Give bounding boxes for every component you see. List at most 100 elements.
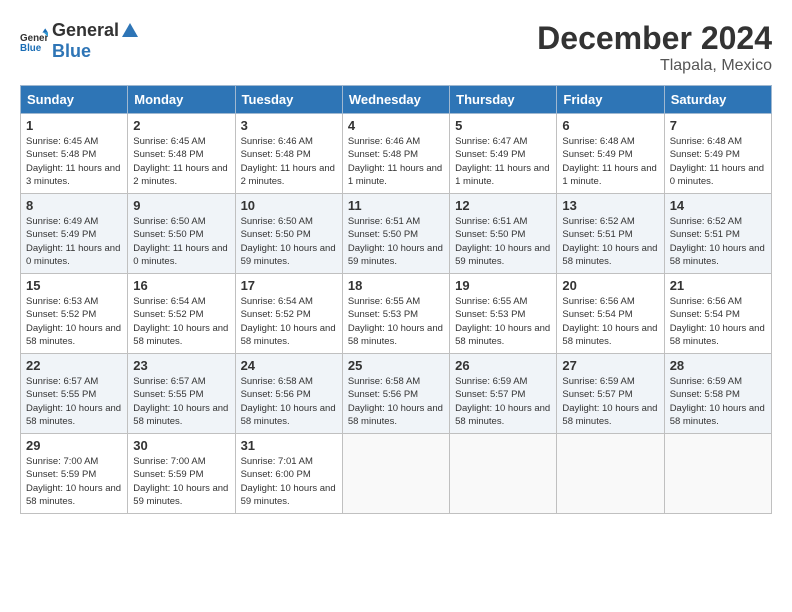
day-info: Sunrise: 6:45 AMSunset: 5:48 PMDaylight:… [133, 135, 229, 188]
day-number: 4 [348, 118, 444, 133]
calendar-cell: 26Sunrise: 6:59 AMSunset: 5:57 PMDayligh… [450, 354, 557, 434]
day-number: 30 [133, 438, 229, 453]
calendar-cell: 14 Sunrise: 6:52 AMSunset: 5:51 PMDayligh… [664, 194, 771, 274]
day-number: 15 [26, 278, 122, 293]
day-number: 16 [133, 278, 229, 293]
calendar-cell: 7 Sunrise: 6:48 AMSunset: 5:49 PMDaylight… [664, 114, 771, 194]
calendar-cell: 20 Sunrise: 6:56 AMSunset: 5:54 PMDayligh… [557, 274, 664, 354]
day-info: Sunrise: 6:54 AMSunset: 5:52 PMDaylight:… [241, 295, 337, 348]
logo-text-blue: Blue [52, 41, 91, 61]
day-info: Sunrise: 6:50 AMSunset: 5:50 PMDaylight:… [241, 215, 337, 268]
day-number: 28 [670, 358, 766, 373]
calendar-cell: 31 Sunrise: 7:01 AMSunset: 6:00 PMDayligh… [235, 434, 342, 514]
calendar-cell: 18 Sunrise: 6:55 AMSunset: 5:53 PMDayligh… [342, 274, 449, 354]
day-number: 20 [562, 278, 658, 293]
calendar-cell: 12 Sunrise: 6:51 AMSunset: 5:50 PMDayligh… [450, 194, 557, 274]
day-info: Sunrise: 6:51 AMSunset: 5:50 PMDaylight:… [455, 215, 551, 268]
header-thursday: Thursday [450, 86, 557, 114]
svg-text:Blue: Blue [20, 43, 42, 54]
calendar-cell: 21Sunrise: 6:56 AMSunset: 5:54 PMDayligh… [664, 274, 771, 354]
header-monday: Monday [128, 86, 235, 114]
day-number: 23 [133, 358, 229, 373]
day-number: 29 [26, 438, 122, 453]
logo-text-general: General [52, 20, 119, 41]
day-number: 8 [26, 198, 122, 213]
calendar-cell: 24Sunrise: 6:58 AMSunset: 5:56 PMDayligh… [235, 354, 342, 434]
calendar-cell: 8 Sunrise: 6:49 AMSunset: 5:49 PMDaylight… [21, 194, 128, 274]
calendar-cell: 17Sunrise: 6:54 AMSunset: 5:52 PMDayligh… [235, 274, 342, 354]
logo: General Blue General Blue [20, 20, 141, 62]
calendar-cell: 29 Sunrise: 7:00 AMSunset: 5:59 PMDayligh… [21, 434, 128, 514]
calendar-cell: 22 Sunrise: 6:57 AMSunset: 5:55 PMDayligh… [21, 354, 128, 434]
day-number: 22 [26, 358, 122, 373]
day-info: Sunrise: 6:54 AMSunset: 5:52 PMDaylight:… [133, 295, 229, 348]
header-tuesday: Tuesday [235, 86, 342, 114]
logo-icon: General Blue [20, 27, 48, 55]
calendar-cell: 10Sunrise: 6:50 AMSunset: 5:50 PMDayligh… [235, 194, 342, 274]
day-info: Sunrise: 6:58 AMSunset: 5:56 PMDaylight:… [348, 375, 444, 428]
header-friday: Friday [557, 86, 664, 114]
calendar-cell: 9 Sunrise: 6:50 AMSunset: 5:50 PMDaylight… [128, 194, 235, 274]
day-number: 2 [133, 118, 229, 133]
calendar-cell: 13 Sunrise: 6:52 AMSunset: 5:51 PMDayligh… [557, 194, 664, 274]
day-info: Sunrise: 6:56 AMSunset: 5:54 PMDaylight:… [562, 295, 658, 348]
location-title: Tlapala, Mexico [537, 57, 772, 75]
header-wednesday: Wednesday [342, 86, 449, 114]
logo-triangle-icon [120, 21, 140, 41]
day-info: Sunrise: 7:01 AMSunset: 6:00 PMDaylight:… [241, 455, 337, 508]
day-info: Sunrise: 6:48 AMSunset: 5:49 PMDaylight:… [670, 135, 766, 188]
day-number: 18 [348, 278, 444, 293]
calendar-cell [664, 434, 771, 514]
day-number: 21 [670, 278, 766, 293]
calendar-cell: 28Sunrise: 6:59 AMSunset: 5:58 PMDayligh… [664, 354, 771, 434]
day-info: Sunrise: 6:55 AMSunset: 5:53 PMDaylight:… [348, 295, 444, 348]
calendar-week-row: 8 Sunrise: 6:49 AMSunset: 5:49 PMDaylight… [21, 194, 772, 274]
day-number: 13 [562, 198, 658, 213]
day-info: Sunrise: 6:52 AMSunset: 5:51 PMDaylight:… [670, 215, 766, 268]
calendar-header-row: SundayMondayTuesdayWednesdayThursdayFrid… [21, 86, 772, 114]
day-info: Sunrise: 6:51 AMSunset: 5:50 PMDaylight:… [348, 215, 444, 268]
day-info: Sunrise: 6:46 AMSunset: 5:48 PMDaylight:… [241, 135, 337, 188]
day-info: Sunrise: 6:57 AMSunset: 5:55 PMDaylight:… [26, 375, 122, 428]
calendar-cell: 11 Sunrise: 6:51 AMSunset: 5:50 PMDayligh… [342, 194, 449, 274]
day-info: Sunrise: 6:48 AMSunset: 5:49 PMDaylight:… [562, 135, 658, 188]
day-number: 19 [455, 278, 551, 293]
calendar-cell: 25 Sunrise: 6:58 AMSunset: 5:56 PMDayligh… [342, 354, 449, 434]
month-title: December 2024 [537, 20, 772, 57]
day-number: 7 [670, 118, 766, 133]
calendar-cell: 6Sunrise: 6:48 AMSunset: 5:49 PMDaylight… [557, 114, 664, 194]
calendar-cell [342, 434, 449, 514]
day-info: Sunrise: 6:59 AMSunset: 5:57 PMDaylight:… [455, 375, 551, 428]
day-number: 1 [26, 118, 122, 133]
day-number: 31 [241, 438, 337, 453]
calendar-cell: 16 Sunrise: 6:54 AMSunset: 5:52 PMDayligh… [128, 274, 235, 354]
day-info: Sunrise: 7:00 AMSunset: 5:59 PMDaylight:… [26, 455, 122, 508]
day-number: 14 [670, 198, 766, 213]
day-info: Sunrise: 6:53 AMSunset: 5:52 PMDaylight:… [26, 295, 122, 348]
day-info: Sunrise: 6:47 AMSunset: 5:49 PMDaylight:… [455, 135, 551, 188]
day-number: 27 [562, 358, 658, 373]
day-info: Sunrise: 6:58 AMSunset: 5:56 PMDaylight:… [241, 375, 337, 428]
calendar-cell: 1Sunrise: 6:45 AMSunset: 5:48 PMDaylight… [21, 114, 128, 194]
calendar-cell [557, 434, 664, 514]
calendar-cell: 2 Sunrise: 6:45 AMSunset: 5:48 PMDaylight… [128, 114, 235, 194]
day-number: 11 [348, 198, 444, 213]
calendar-cell: 3Sunrise: 6:46 AMSunset: 5:48 PMDaylight… [235, 114, 342, 194]
day-info: Sunrise: 6:57 AMSunset: 5:55 PMDaylight:… [133, 375, 229, 428]
calendar-cell: 23 Sunrise: 6:57 AMSunset: 5:55 PMDayligh… [128, 354, 235, 434]
day-info: Sunrise: 6:52 AMSunset: 5:51 PMDaylight:… [562, 215, 658, 268]
day-info: Sunrise: 6:50 AMSunset: 5:50 PMDaylight:… [133, 215, 229, 268]
calendar-week-row: 22 Sunrise: 6:57 AMSunset: 5:55 PMDayligh… [21, 354, 772, 434]
title-area: December 2024 Tlapala, Mexico [537, 20, 772, 75]
calendar-table: SundayMondayTuesdayWednesdayThursdayFrid… [20, 85, 772, 514]
day-number: 9 [133, 198, 229, 213]
calendar-cell [450, 434, 557, 514]
calendar-week-row: 29 Sunrise: 7:00 AMSunset: 5:59 PMDayligh… [21, 434, 772, 514]
calendar-cell: 15 Sunrise: 6:53 AMSunset: 5:52 PMDayligh… [21, 274, 128, 354]
day-number: 25 [348, 358, 444, 373]
header: General Blue General Blue December 2024 … [20, 20, 772, 75]
day-info: Sunrise: 6:49 AMSunset: 5:49 PMDaylight:… [26, 215, 122, 268]
calendar-cell: 4Sunrise: 6:46 AMSunset: 5:48 PMDaylight… [342, 114, 449, 194]
day-number: 12 [455, 198, 551, 213]
calendar-cell: 5Sunrise: 6:47 AMSunset: 5:49 PMDaylight… [450, 114, 557, 194]
